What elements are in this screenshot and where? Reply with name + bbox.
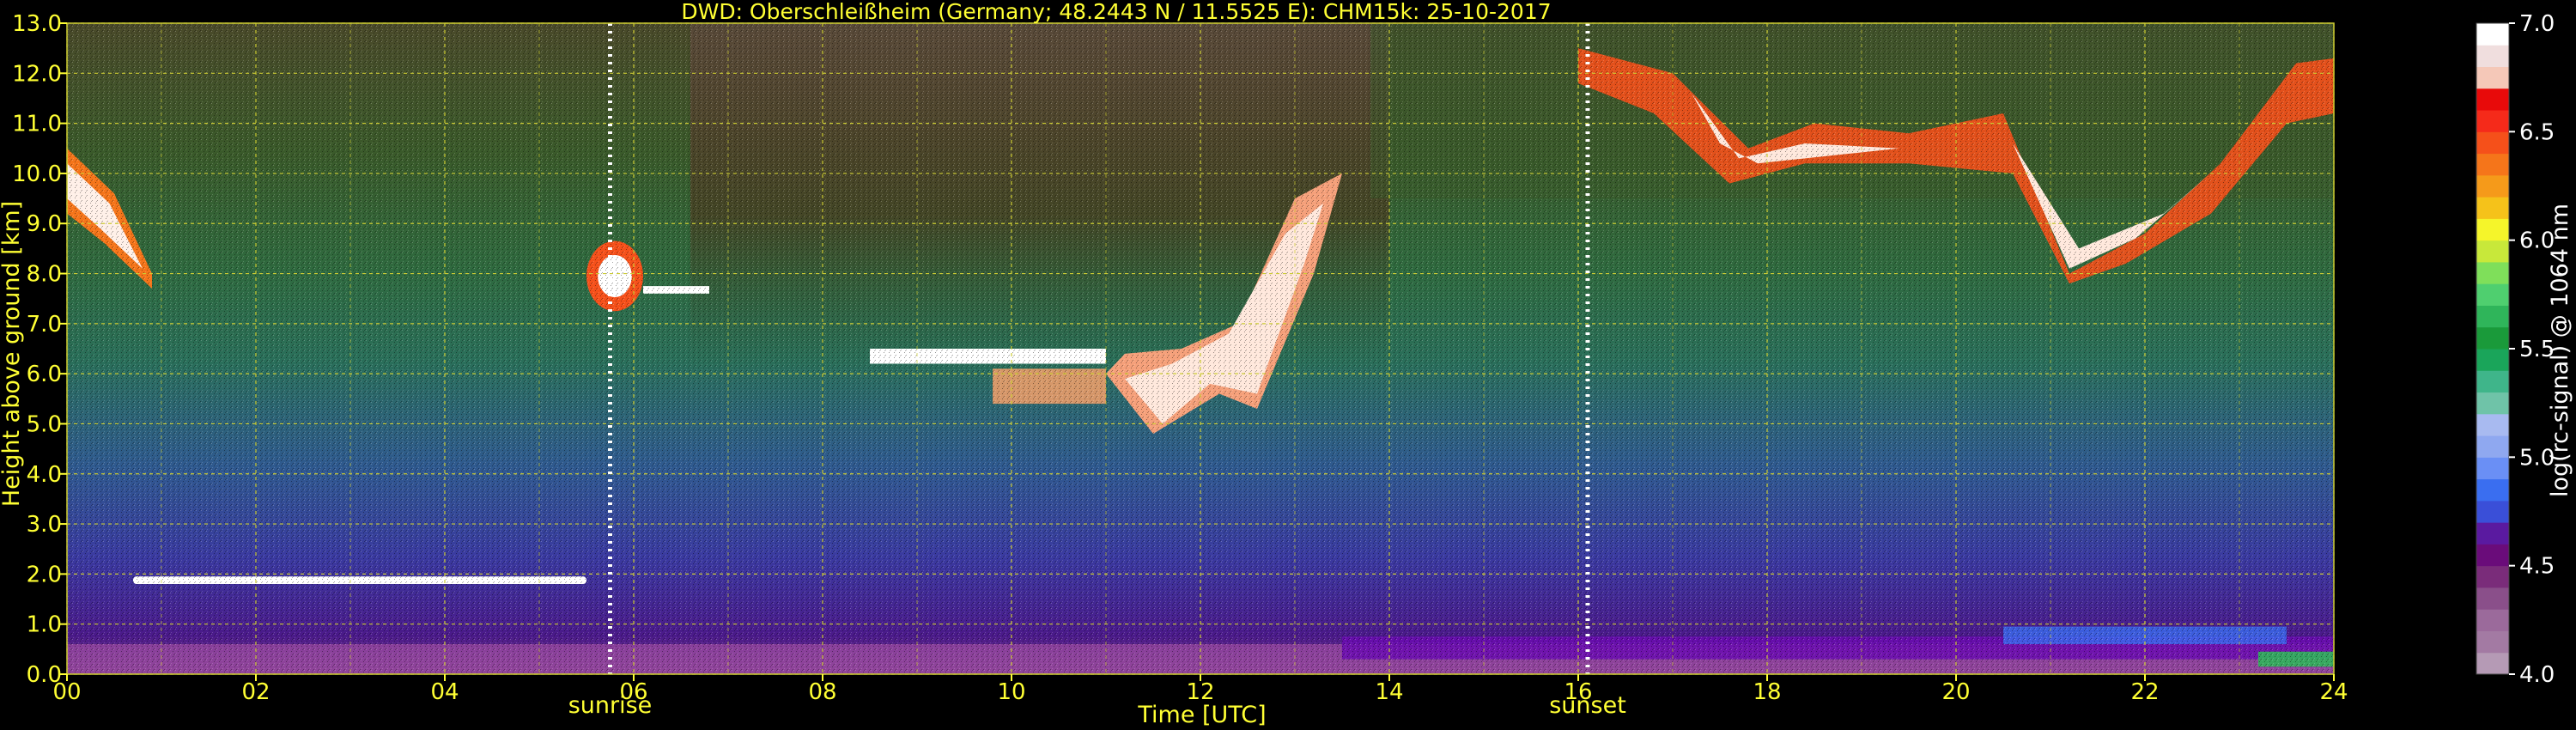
x-axis-label: Time [UTC] xyxy=(1137,702,1266,728)
y-tick-label: 0.0 xyxy=(27,662,62,688)
colorbar-segment xyxy=(2476,305,2509,328)
y-tick-label: 9.0 xyxy=(27,211,62,237)
colorbar-segment xyxy=(2476,131,2509,155)
colorbar-tick-label: 7.0 xyxy=(2519,11,2555,37)
x-tick-label: 18 xyxy=(1753,679,1781,705)
colorbar-segment xyxy=(2476,88,2509,111)
colorbar-segment xyxy=(2476,66,2509,89)
colorbar-segment xyxy=(2476,435,2509,458)
x-tick-label: 14 xyxy=(1375,679,1403,705)
colorbar-segment xyxy=(2476,283,2509,306)
colorbar-tick-label: 6.5 xyxy=(2519,119,2555,145)
x-tick-label: 02 xyxy=(241,679,270,705)
colorbar-segment xyxy=(2476,110,2509,132)
colorbar-segment xyxy=(2476,174,2509,198)
colorbar-segment xyxy=(2476,522,2509,544)
y-tick-label: 5.0 xyxy=(27,411,62,437)
y-tick-label: 2.0 xyxy=(27,562,62,587)
x-axis-ticks: 00 02 04 06 08 10 12 14 16 18 20 22 24 xyxy=(52,674,2348,705)
colorbar-segment xyxy=(2476,652,2509,675)
colorbar-segment xyxy=(2476,457,2509,480)
colorbar-segment xyxy=(2476,23,2509,46)
colorbar-segment xyxy=(2476,349,2509,371)
colorbar-segment xyxy=(2476,240,2509,263)
x-tick-label: 10 xyxy=(997,679,1025,705)
y-tick-label: 11.0 xyxy=(12,112,62,137)
y-tick-label: 12.0 xyxy=(12,61,62,87)
colorbar xyxy=(2476,22,2510,675)
sunset-label: sunset xyxy=(1549,692,1626,719)
colorbar-segment xyxy=(2476,261,2509,284)
y-tick-label: 6.0 xyxy=(27,362,62,387)
sun-annotation-labels: sunrise sunset xyxy=(568,692,1626,719)
colorbar-segment xyxy=(2476,478,2509,502)
y-axis-label: Height above ground [km] xyxy=(0,201,25,507)
x-tick-label: 24 xyxy=(2319,679,2348,705)
colorbar-segment xyxy=(2476,218,2509,241)
colorbar-label: log(rc-signal) @ 1064 nm xyxy=(2547,204,2573,497)
colorbar-segment xyxy=(2476,45,2509,68)
colorbar-segment xyxy=(2476,326,2509,350)
colorbar-segment xyxy=(2476,413,2509,436)
y-tick-label: 7.0 xyxy=(27,312,62,338)
chart-title: DWD: Oberschleißheim (Germany; 48.2443 N… xyxy=(681,0,1551,24)
colorbar-segment xyxy=(2476,370,2509,393)
colorbar-segment xyxy=(2476,500,2509,523)
colorbar-segment xyxy=(2476,565,2509,588)
y-tick-label: 1.0 xyxy=(27,612,62,638)
plot-area xyxy=(66,22,2335,675)
x-tick-label: 08 xyxy=(808,679,836,705)
colorbar-segment xyxy=(2476,392,2509,415)
colorbar-tick-label: 4.5 xyxy=(2519,554,2555,580)
ceilometer-chart: 00 02 04 06 08 10 12 14 16 18 20 22 24 0.01.02.03.04… xyxy=(0,0,2573,728)
colorbar-segment xyxy=(2476,630,2509,654)
x-tick-label: 20 xyxy=(1941,679,1970,705)
colorbar-segment xyxy=(2476,609,2509,631)
y-tick-label: 3.0 xyxy=(27,512,62,538)
y-tick-label: 8.0 xyxy=(27,262,62,288)
colorbar-segment xyxy=(2476,587,2509,610)
x-tick-label: 22 xyxy=(2130,679,2159,705)
colorbar-tick-label: 4.0 xyxy=(2519,662,2555,688)
colorbar-segment xyxy=(2476,153,2509,176)
y-tick-label: 4.0 xyxy=(27,462,62,488)
x-tick-label: 04 xyxy=(430,679,459,705)
colorbar-segment xyxy=(2476,197,2509,219)
colorbar-segment xyxy=(2476,544,2509,567)
sunrise-label: sunrise xyxy=(568,692,653,719)
y-tick-label: 10.0 xyxy=(12,161,62,187)
y-tick-label: 13.0 xyxy=(12,11,62,37)
